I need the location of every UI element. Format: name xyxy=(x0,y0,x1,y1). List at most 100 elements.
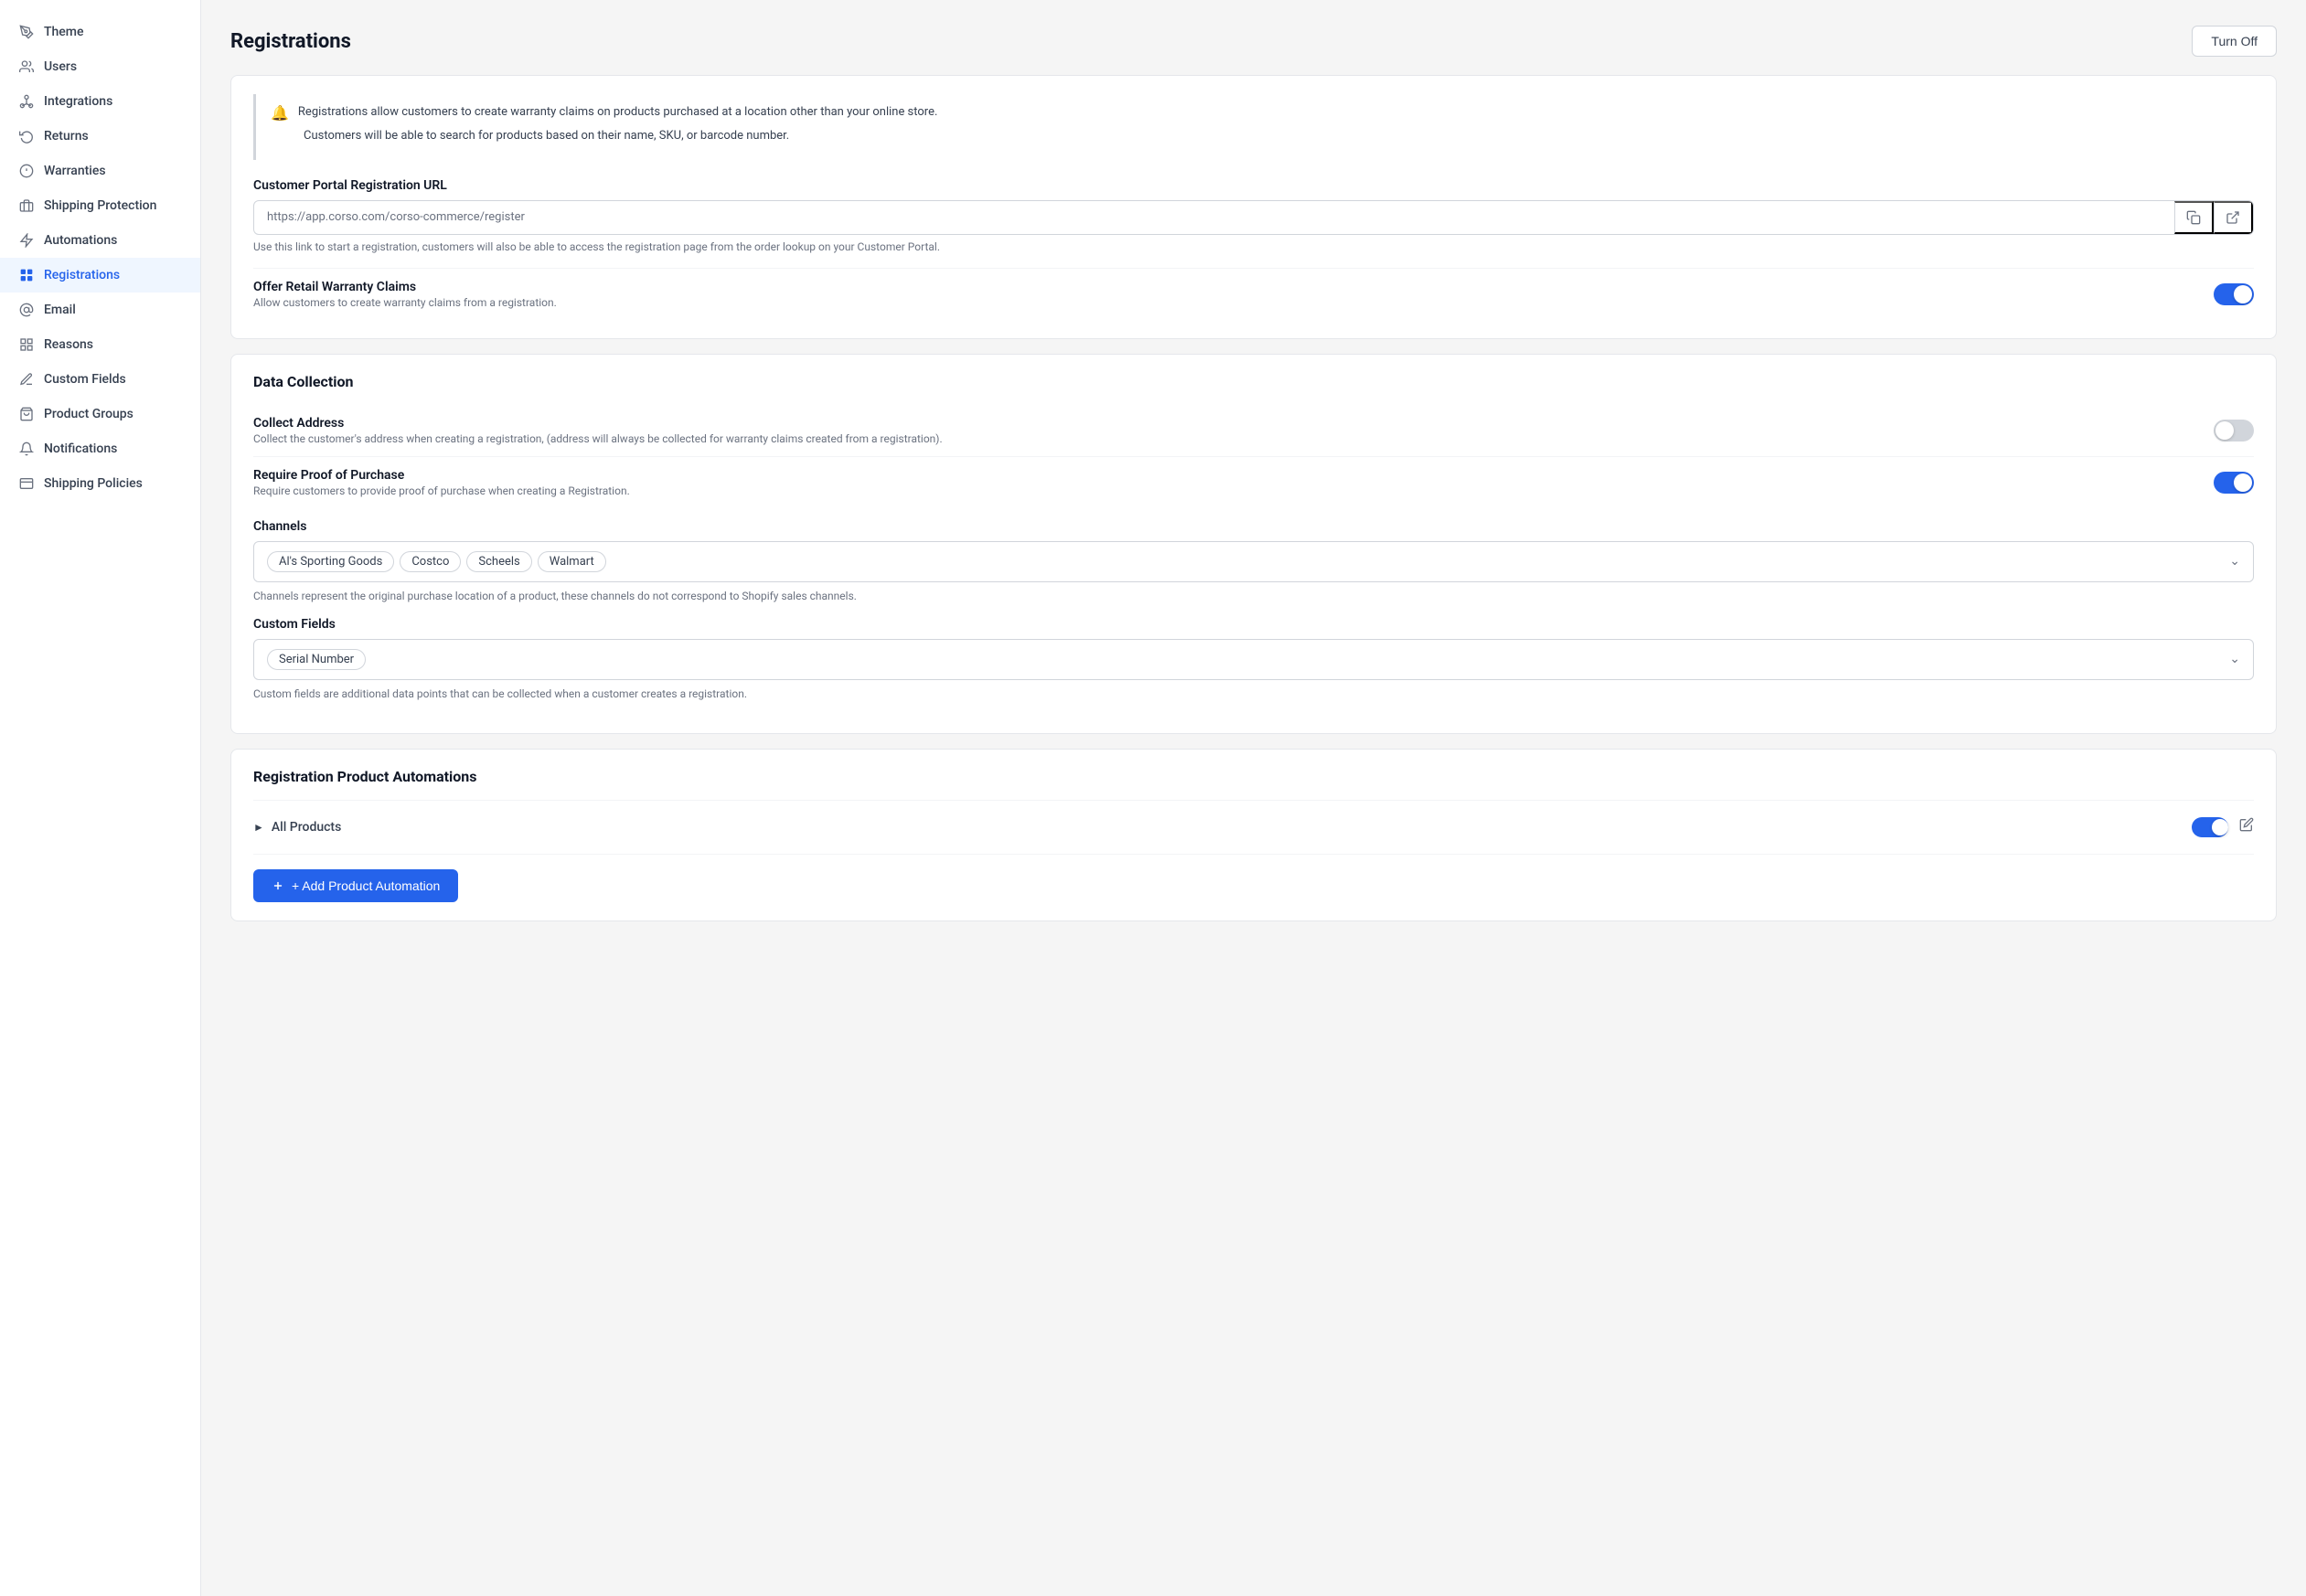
collect-address-row: Collect Address Collect the customer's a… xyxy=(253,405,2254,456)
info-card: 🔔 Registrations allow customers to creat… xyxy=(230,75,2277,339)
sidebar-item-product-groups[interactable]: Product Groups xyxy=(0,397,200,431)
info-row-1: 🔔 Registrations allow customers to creat… xyxy=(271,103,2239,122)
info-box: 🔔 Registrations allow customers to creat… xyxy=(253,94,2254,160)
toggle-knob xyxy=(2234,285,2252,303)
add-button-label: + Add Product Automation xyxy=(292,878,440,893)
offer-retail-toggle[interactable] xyxy=(2214,283,2254,305)
sidebar-label-theme: Theme xyxy=(44,25,84,39)
sidebar-item-warranties[interactable]: Warranties xyxy=(0,154,200,188)
channel-tag-0: Al's Sporting Goods xyxy=(267,551,394,572)
sidebar-item-shipping-protection[interactable]: Shipping Protection xyxy=(0,188,200,223)
custom-fields-chevron-icon: ⌄ xyxy=(2229,652,2240,666)
sidebar-label-returns: Returns xyxy=(44,129,89,144)
card-divider-2 xyxy=(253,854,2254,855)
data-collection-card: Data Collection Collect Address Collect … xyxy=(230,354,2277,734)
sidebar-label-shipping-policies: Shipping Policies xyxy=(44,476,143,491)
shipping-protection-icon xyxy=(18,197,35,214)
external-link-icon xyxy=(2226,210,2240,225)
reasons-icon xyxy=(18,336,35,353)
registrations-icon xyxy=(18,267,35,283)
automation-actions-0 xyxy=(2192,817,2254,837)
sidebar-item-email[interactable]: Email xyxy=(0,293,200,327)
sidebar: Theme Users Integrations xyxy=(0,0,201,1596)
require-proof-text: Require Proof of Purchase Require custom… xyxy=(253,468,630,497)
automations-title: Registration Product Automations xyxy=(253,768,2254,785)
info-text-1: Registrations allow customers to create … xyxy=(298,103,938,122)
sidebar-item-notifications[interactable]: Notifications xyxy=(0,431,200,466)
channels-section: Channels Al's Sporting Goods Costco Sche… xyxy=(253,519,2254,602)
automations-card: Registration Product Automations ► All P… xyxy=(230,749,2277,921)
data-collection-title: Data Collection xyxy=(253,373,2254,390)
integrations-icon xyxy=(18,93,35,110)
returns-icon xyxy=(18,128,35,144)
collect-address-desc: Collect the customer's address when crea… xyxy=(253,432,943,445)
channels-tags: Al's Sporting Goods Costco Scheels Walma… xyxy=(267,551,606,572)
offer-retail-text: Offer Retail Warranty Claims Allow custo… xyxy=(253,280,557,309)
card-divider xyxy=(253,800,2254,801)
require-proof-row: Require Proof of Purchase Require custom… xyxy=(253,456,2254,508)
warranties-icon xyxy=(18,163,35,179)
custom-fields-section: Custom Fields Serial Number ⌄ Custom fie… xyxy=(253,617,2254,700)
sidebar-label-email: Email xyxy=(44,303,76,317)
channels-label: Channels xyxy=(253,519,2254,534)
url-field-value: https://app.corso.com/corso-commerce/reg… xyxy=(254,201,2174,233)
page-title: Registrations xyxy=(230,30,351,53)
add-automation-container: + Add Product Automation xyxy=(253,869,2254,902)
shipping-policies-icon xyxy=(18,475,35,492)
require-proof-label: Require Proof of Purchase xyxy=(253,468,630,483)
open-url-button[interactable] xyxy=(2214,201,2253,234)
email-icon xyxy=(18,302,35,318)
sidebar-item-integrations[interactable]: Integrations xyxy=(0,84,200,119)
sidebar-label-users: Users xyxy=(44,59,77,74)
notifications-icon xyxy=(18,441,35,457)
custom-fields-icon xyxy=(18,371,35,388)
copy-icon xyxy=(2186,210,2201,225)
sidebar-item-theme[interactable]: Theme xyxy=(0,15,200,49)
sidebar-label-warranties: Warranties xyxy=(44,164,106,178)
users-icon xyxy=(18,59,35,75)
custom-fields-tags: Serial Number xyxy=(267,649,366,670)
sidebar-item-registrations[interactable]: Registrations xyxy=(0,258,200,293)
sidebar-label-reasons: Reasons xyxy=(44,337,93,352)
turn-off-button[interactable]: Turn Off xyxy=(2192,26,2277,57)
require-proof-toggle[interactable] xyxy=(2214,472,2254,494)
copy-url-button[interactable] xyxy=(2174,201,2214,234)
main-content: Registrations Turn Off 🔔 Registrations a… xyxy=(201,0,2306,1596)
automation-toggle-0[interactable] xyxy=(2192,817,2228,837)
sidebar-item-users[interactable]: Users xyxy=(0,49,200,84)
channels-select[interactable]: Al's Sporting Goods Costco Scheels Walma… xyxy=(253,541,2254,582)
automation-name-0: All Products xyxy=(272,820,341,835)
offer-retail-desc: Allow customers to create warranty claim… xyxy=(253,296,557,309)
channels-hint: Channels represent the original purchase… xyxy=(253,590,2254,602)
sidebar-item-automations[interactable]: Automations xyxy=(0,223,200,258)
chevron-right-icon: ► xyxy=(253,821,264,834)
collect-address-label: Collect Address xyxy=(253,416,943,431)
custom-fields-label: Custom Fields xyxy=(253,617,2254,632)
add-product-automation-button[interactable]: + Add Product Automation xyxy=(253,869,458,902)
sidebar-label-shipping-protection: Shipping Protection xyxy=(44,198,156,213)
channel-tag-2: Scheels xyxy=(466,551,531,572)
automation-edit-button-0[interactable] xyxy=(2239,817,2254,836)
require-proof-knob xyxy=(2234,473,2252,492)
channels-chevron-icon: ⌄ xyxy=(2229,554,2240,569)
sidebar-label-custom-fields: Custom Fields xyxy=(44,372,126,387)
collect-address-toggle[interactable] xyxy=(2214,420,2254,442)
automation-row-0: ► All Products xyxy=(253,804,2254,850)
pencil-icon xyxy=(2239,817,2254,832)
bell-icon: 🔔 xyxy=(271,104,289,122)
sidebar-item-custom-fields[interactable]: Custom Fields xyxy=(0,362,200,397)
custom-fields-hint: Custom fields are additional data points… xyxy=(253,687,2254,700)
channel-tag-3: Walmart xyxy=(538,551,606,572)
sidebar-label-automations: Automations xyxy=(44,233,117,248)
sidebar-item-returns[interactable]: Returns xyxy=(0,119,200,154)
sidebar-item-reasons[interactable]: Reasons xyxy=(0,327,200,362)
automation-label-0: ► All Products xyxy=(253,820,341,835)
channel-tag-1: Costco xyxy=(400,551,461,572)
offer-retail-label: Offer Retail Warranty Claims xyxy=(253,280,557,294)
sidebar-label-product-groups: Product Groups xyxy=(44,407,133,421)
custom-fields-select[interactable]: Serial Number ⌄ xyxy=(253,639,2254,680)
sidebar-item-shipping-policies[interactable]: Shipping Policies xyxy=(0,466,200,501)
theme-icon xyxy=(18,24,35,40)
info-text-2: Customers will be able to search for pro… xyxy=(304,127,789,145)
url-section: Customer Portal Registration URL https:/… xyxy=(253,178,2254,253)
